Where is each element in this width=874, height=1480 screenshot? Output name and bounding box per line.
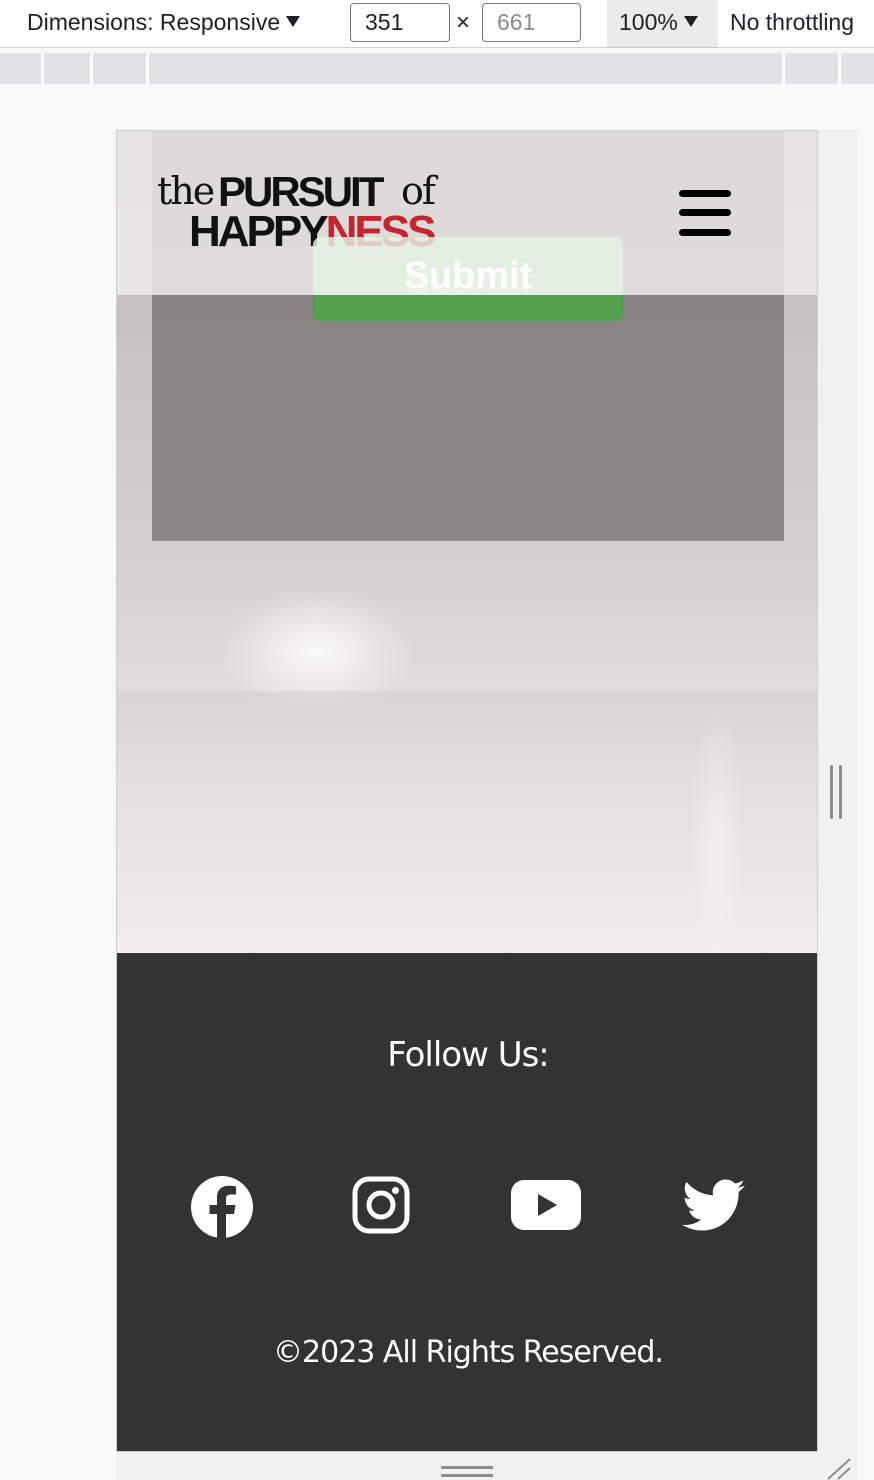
- device-viewport: Submit the PURSUIT of HAPPYNESS Submit F…: [116, 130, 818, 1452]
- devtools-toolbar: Dimensions: Responsive × 100% No throttl…: [0, 0, 874, 48]
- zoom-label: 100%: [619, 9, 678, 35]
- copyright-text: ©2023 All Rights Reserved.: [273, 1335, 664, 1370]
- dimensions-select[interactable]: Dimensions: Responsive: [27, 9, 301, 36]
- follow-us-heading: Follow Us:: [387, 1035, 550, 1075]
- logo-happy: HAPPY: [189, 207, 329, 256]
- logo-happyness: HAPPYNESS: [189, 207, 437, 257]
- width-input[interactable]: [350, 3, 450, 42]
- times-symbol: ×: [456, 9, 471, 36]
- height-input[interactable]: [482, 3, 581, 42]
- media-query-segment[interactable]: [41, 53, 90, 84]
- media-query-segment[interactable]: [782, 53, 838, 84]
- throttling-select[interactable]: No throttling: [730, 9, 854, 36]
- throttling-label: No throttling: [730, 9, 855, 35]
- site-footer: Follow Us: ©2023 All Rights Reserved.: [117, 953, 817, 1451]
- chevron-down-icon: [683, 16, 698, 27]
- media-query-bar: [0, 53, 874, 84]
- dimensions-label: Dimensions: Responsive: [27, 9, 281, 35]
- site-logo[interactable]: the PURSUIT of HAPPYNESS: [157, 168, 467, 256]
- twitter-icon[interactable]: [682, 1179, 746, 1233]
- media-query-segment[interactable]: [838, 53, 874, 84]
- resize-corner-icon[interactable]: [826, 1458, 852, 1480]
- facebook-icon[interactable]: [190, 1175, 254, 1239]
- chevron-down-icon: [286, 16, 301, 27]
- hero-shadow: [117, 691, 817, 953]
- media-query-segment[interactable]: [146, 53, 782, 84]
- media-query-segment[interactable]: [90, 53, 146, 84]
- youtube-icon[interactable]: [511, 1180, 581, 1230]
- resize-handle-right[interactable]: [830, 765, 844, 819]
- site-header: the PURSUIT of HAPPYNESS: [117, 131, 817, 295]
- instagram-icon[interactable]: [352, 1176, 410, 1234]
- logo-ness: NESS: [325, 207, 437, 256]
- zoom-select[interactable]: 100%: [607, 0, 718, 47]
- resize-handle-bottom[interactable]: [441, 1466, 493, 1480]
- hamburger-menu-icon[interactable]: [679, 189, 733, 237]
